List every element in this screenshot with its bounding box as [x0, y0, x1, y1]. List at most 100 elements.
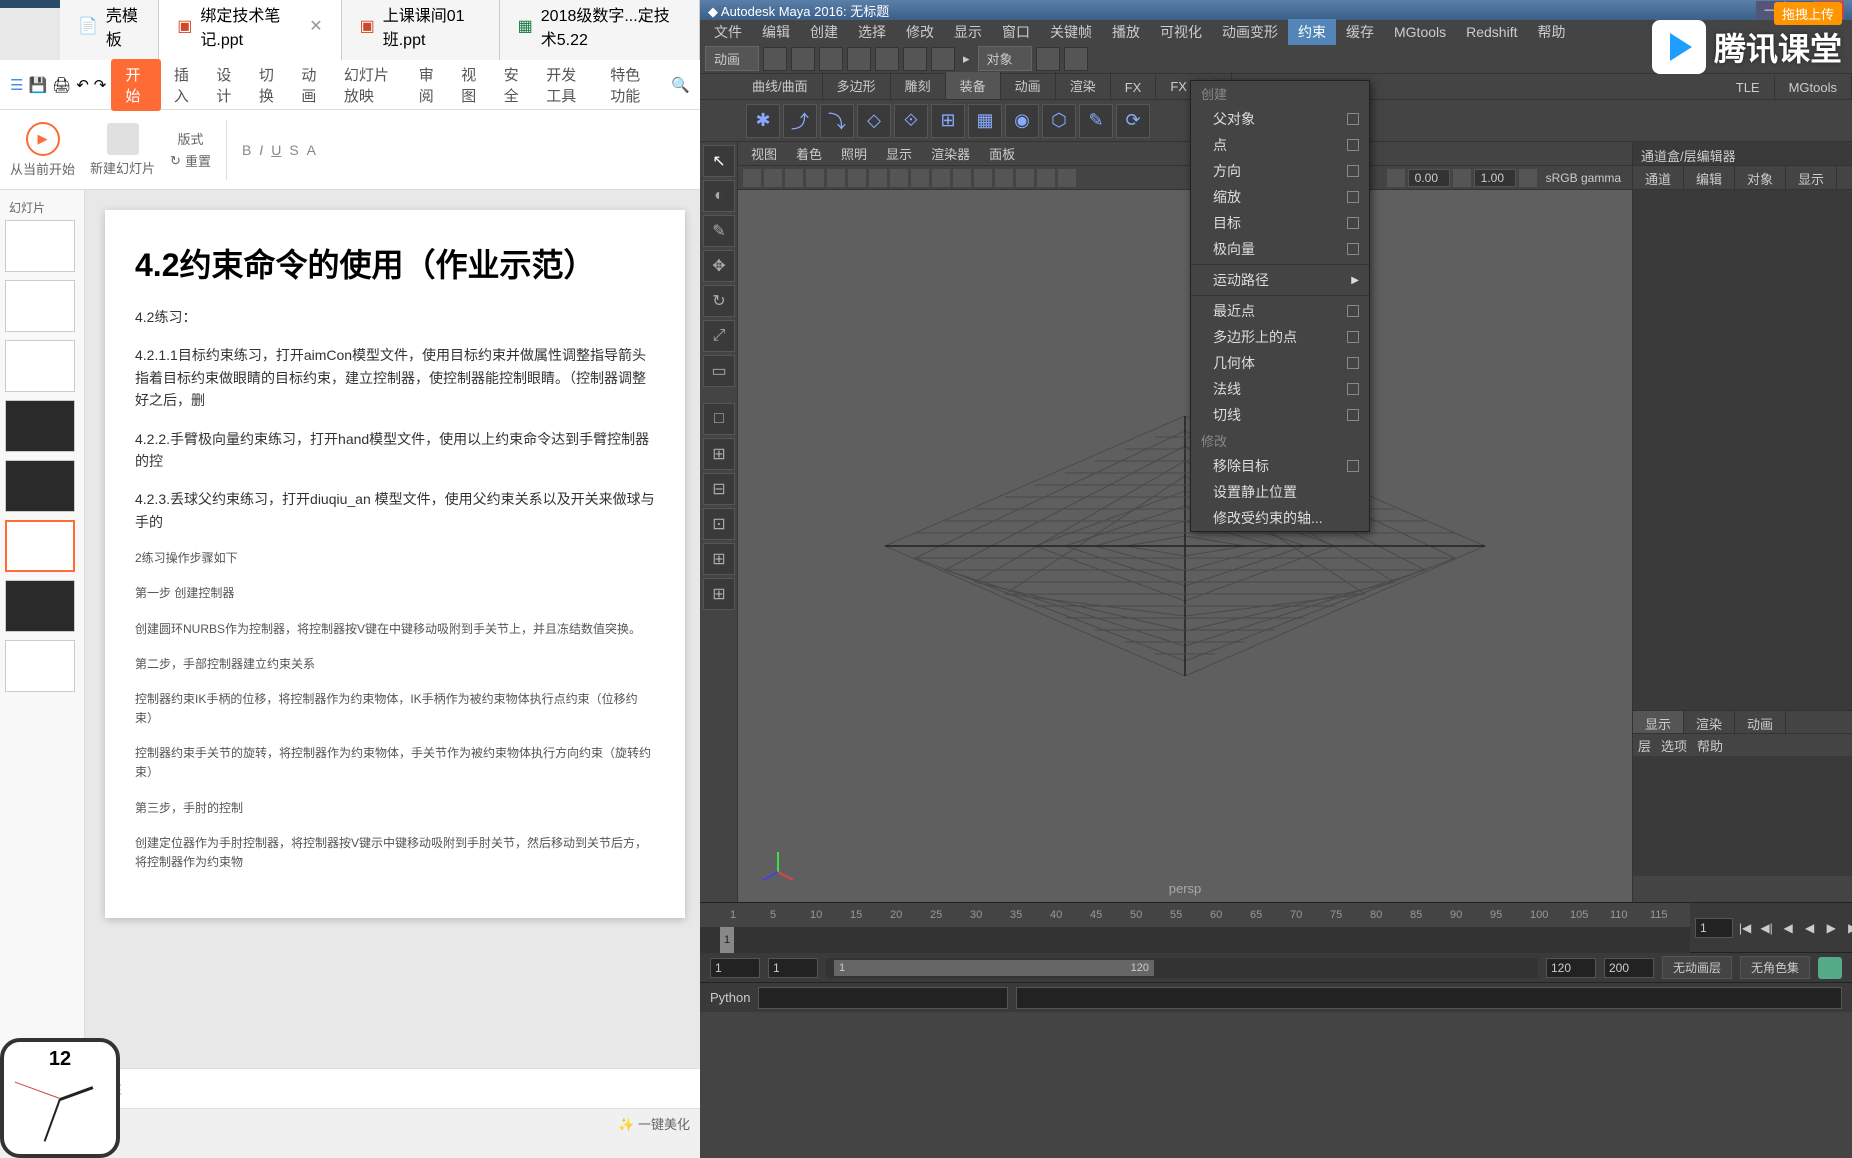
maya-titlebar[interactable]: ◆ Autodesk Maya 2016: 无标题 — ☐ ✕: [700, 0, 1852, 20]
slide-thumb[interactable]: [5, 340, 75, 392]
panel-icon[interactable]: [995, 169, 1013, 187]
search-icon[interactable]: 🔍: [671, 76, 690, 94]
menu-polevector-constraint[interactable]: 极向量: [1191, 236, 1369, 262]
desktop-clock-widget[interactable]: 12: [0, 1038, 120, 1158]
time-track[interactable]: 1: [700, 927, 1690, 953]
menu-file[interactable]: 文件: [704, 19, 752, 45]
layer-menu-options[interactable]: 选项: [1661, 736, 1687, 754]
range-start2-field[interactable]: 1: [768, 958, 818, 978]
viewport-3d[interactable]: persp: [738, 190, 1632, 902]
anim-layer-dropdown[interactable]: 无动画层: [1662, 956, 1732, 979]
shelf-ik-icon[interactable]: ⟐: [894, 104, 928, 138]
panel-icon[interactable]: [1016, 169, 1034, 187]
toolbar-icon[interactable]: [791, 47, 815, 71]
panel-icon[interactable]: [848, 169, 866, 187]
panel-view[interactable]: 视图: [743, 142, 785, 165]
time-ruler[interactable]: 1510152025303540455055606570758085909510…: [700, 903, 1690, 952]
bold-button[interactable]: B: [242, 142, 251, 158]
panel-icon[interactable]: [827, 169, 845, 187]
menu-modify-axes[interactable]: 修改受约束的轴...: [1191, 505, 1369, 531]
shelf-icon[interactable]: ⟳: [1116, 104, 1150, 138]
panel-show[interactable]: 显示: [878, 142, 920, 165]
menu-set-rest[interactable]: 设置静止位置: [1191, 479, 1369, 505]
layer-menu-layers[interactable]: 层: [1638, 736, 1651, 754]
object-dropdown[interactable]: 对象: [978, 46, 1032, 71]
slide-thumb[interactable]: [5, 400, 75, 452]
menu-help[interactable]: 帮助: [1527, 19, 1575, 45]
layer-list[interactable]: [1633, 756, 1852, 876]
menu-orient-constraint[interactable]: 方向: [1191, 158, 1369, 184]
channel-tab[interactable]: 显示: [1786, 166, 1837, 189]
toolbar-icon[interactable]: [847, 47, 871, 71]
channel-tab[interactable]: 对象: [1735, 166, 1786, 189]
slide-thumb-current[interactable]: [5, 520, 75, 572]
menu-create[interactable]: 创建: [800, 19, 848, 45]
menu-window[interactable]: 窗口: [992, 19, 1040, 45]
menu-modify[interactable]: 修改: [896, 19, 944, 45]
panel-icon[interactable]: [785, 169, 803, 187]
shelf-icon[interactable]: ⤵: [820, 104, 854, 138]
shelf-lattice-icon[interactable]: ▦: [968, 104, 1002, 138]
transition-tab[interactable]: 切换: [251, 60, 289, 110]
font-a-button[interactable]: A: [307, 142, 316, 158]
layer-tab-anim[interactable]: 动画: [1735, 711, 1786, 733]
shelf-tab-anim[interactable]: 动画: [1001, 72, 1056, 99]
select-tool[interactable]: ↖: [703, 145, 735, 177]
menu-mgtools[interactable]: MGtools: [1384, 21, 1456, 43]
paint-select-tool[interactable]: ✎: [703, 215, 735, 247]
panel-icon[interactable]: [953, 169, 971, 187]
toolbar-icon[interactable]: [931, 47, 955, 71]
panel-icon[interactable]: [890, 169, 908, 187]
toolbar-icon[interactable]: [1064, 47, 1088, 71]
shelf-tab-fx[interactable]: FX: [1111, 76, 1157, 99]
layout-btn[interactable]: ⊞: [703, 543, 735, 575]
channel-tab[interactable]: 通道: [1633, 166, 1684, 189]
shelf-icon[interactable]: ✎: [1079, 104, 1113, 138]
range-bar[interactable]: 1 120: [834, 960, 1154, 976]
range-end1-field[interactable]: 120: [1546, 958, 1596, 978]
panel-icon[interactable]: [911, 169, 929, 187]
shelf-icon[interactable]: ◉: [1005, 104, 1039, 138]
menu-edit[interactable]: 编辑: [752, 19, 800, 45]
menu-parent-constraint[interactable]: 父对象: [1191, 106, 1369, 132]
channel-content[interactable]: [1633, 190, 1852, 710]
layer-menu-help[interactable]: 帮助: [1697, 736, 1723, 754]
menu-closest-point[interactable]: 最近点: [1191, 298, 1369, 324]
shelf-tab-mgtools[interactable]: MGtools: [1775, 76, 1852, 99]
toolbar-icon[interactable]: [903, 47, 927, 71]
menu-visualize[interactable]: 可视化: [1150, 19, 1212, 45]
status-right[interactable]: 一键美化: [638, 1117, 690, 1132]
lasso-tool[interactable]: ◐: [703, 180, 735, 212]
panel-renderer[interactable]: 渲染器: [923, 142, 978, 165]
menu-keyframe[interactable]: 关键帧: [1040, 19, 1102, 45]
toolbar-icon[interactable]: [819, 47, 843, 71]
range-end2-field[interactable]: 200: [1604, 958, 1654, 978]
slide-thumb[interactable]: [5, 220, 75, 272]
ribbon-layout-group[interactable]: 版式 ↻重置: [170, 129, 211, 170]
panel-icon[interactable]: [743, 169, 761, 187]
shelf-joint-icon[interactable]: ✱: [746, 104, 780, 138]
play-back-button[interactable]: ◀: [1800, 918, 1819, 938]
start-tab[interactable]: 开始: [111, 59, 161, 111]
toolbar-icon[interactable]: [1036, 47, 1060, 71]
gamma-field[interactable]: 1.00: [1474, 169, 1516, 187]
shelf-tab-poly[interactable]: 多边形: [823, 72, 891, 99]
panel-shading[interactable]: 着色: [788, 142, 830, 165]
toolbar-icon[interactable]: [875, 47, 899, 71]
shelf-tab-rigging[interactable]: 装备: [946, 72, 1001, 99]
features-tab[interactable]: 特色功能: [602, 60, 661, 110]
autokey-button[interactable]: [1818, 957, 1842, 979]
menu-icon[interactable]: ☰: [10, 76, 23, 94]
colorspace-icon[interactable]: [1519, 169, 1537, 187]
ribbon-play-group[interactable]: ▶ 从当前开始: [10, 122, 75, 178]
rotate-tool[interactable]: ↻: [703, 285, 735, 317]
gamma-icon[interactable]: [1453, 169, 1471, 187]
charset-dropdown[interactable]: 无角色集: [1740, 956, 1810, 979]
menu-aim-constraint[interactable]: 目标: [1191, 210, 1369, 236]
menu-playback[interactable]: 播放: [1102, 19, 1150, 45]
slide-thumb[interactable]: [5, 280, 75, 332]
next-key-button[interactable]: ▶: [1843, 918, 1852, 938]
review-tab[interactable]: 审阅: [411, 60, 449, 110]
beautify-icon[interactable]: ✨: [618, 1117, 634, 1132]
design-tab[interactable]: 设计: [208, 60, 246, 110]
